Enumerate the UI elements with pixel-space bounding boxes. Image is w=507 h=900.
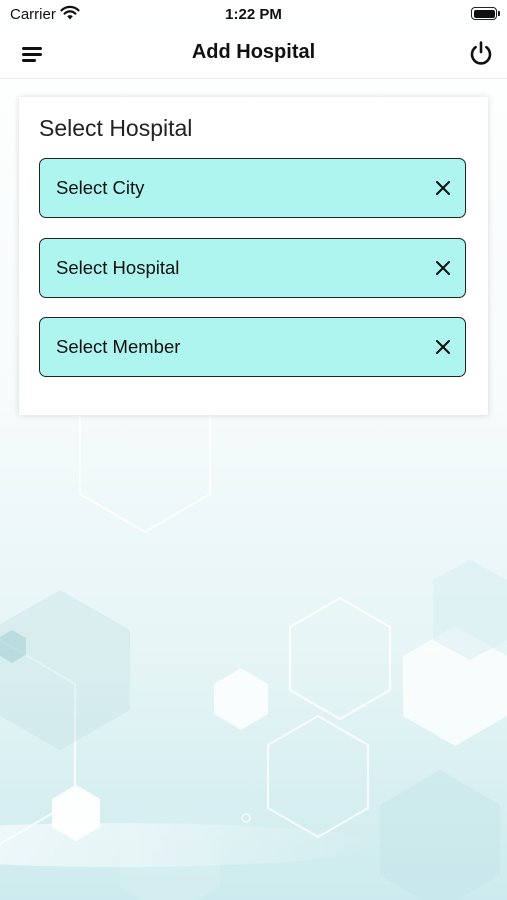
select-member-label: Select Member — [56, 336, 181, 357]
status-bar: Carrier 1:22 PM — [0, 0, 507, 30]
card-title: Select Hospital — [39, 115, 193, 141]
power-icon[interactable] — [467, 39, 495, 67]
page-title: Add Hospital — [191, 41, 316, 63]
select-city-label: Select City — [56, 177, 145, 198]
select-hospital-label: Select Hospital — [56, 257, 180, 278]
battery-icon — [471, 7, 500, 20]
clear-hospital-icon[interactable] — [434, 259, 452, 277]
status-time: 1:22 PM — [225, 6, 282, 23]
select-hospital-field[interactable]: Select Hospital — [39, 238, 466, 298]
select-city-field[interactable]: Select City — [39, 158, 466, 218]
clear-member-icon[interactable] — [434, 338, 452, 356]
clear-city-icon[interactable] — [434, 179, 452, 197]
select-hospital-card: Select Hospital Select City Select Hospi… — [19, 97, 488, 415]
select-member-field[interactable]: Select Member — [39, 317, 466, 377]
nav-bar: Add Hospital — [0, 30, 507, 79]
